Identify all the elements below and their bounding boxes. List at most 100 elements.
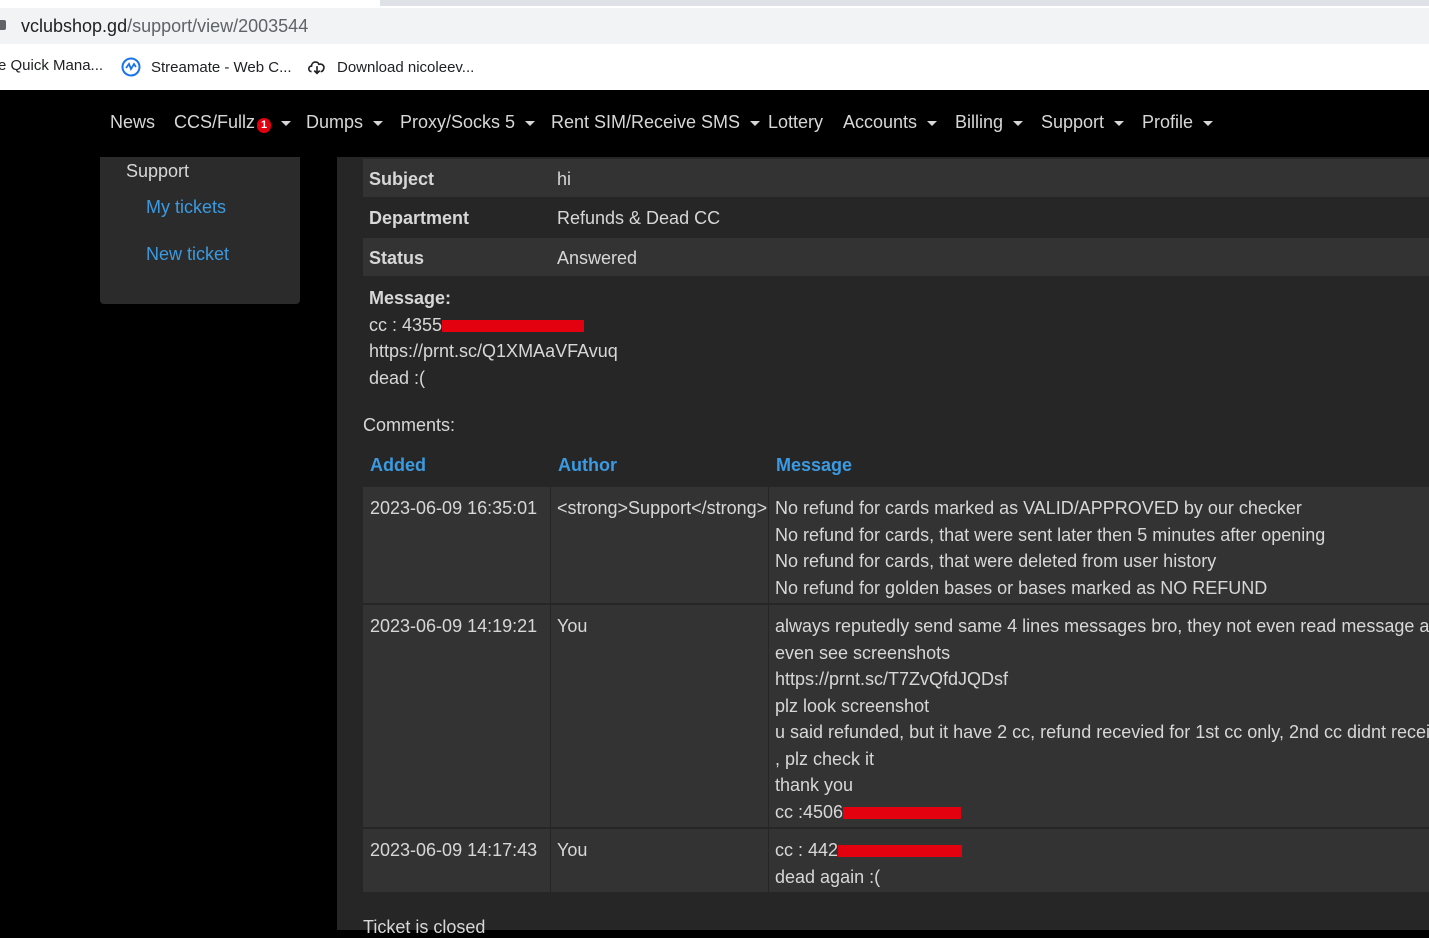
column-divider	[550, 829, 551, 892]
caret-down-icon	[525, 121, 536, 126]
streamate-icon	[121, 57, 141, 77]
message-label: Message:	[369, 288, 452, 308]
caret-down-icon	[373, 121, 384, 126]
column-header-author[interactable]: Author	[558, 455, 617, 476]
message-line: https://prnt.sc/Q1XMAaVFAvuq	[369, 341, 618, 361]
comment-line: even see screenshots	[775, 642, 951, 663]
comment-line: plz look screenshot	[775, 695, 930, 716]
comment-line: thank you	[775, 775, 854, 795]
comment-line: No refund for golden bases or bases mark…	[775, 577, 1268, 598]
status-value: Answered	[557, 248, 638, 268]
nav-label: Billing	[955, 112, 1004, 132]
comment-message: always reputedly send same 4 lines messa…	[775, 613, 1429, 825]
comment-message: cc : 442 dead again :(	[775, 837, 963, 890]
column-divider	[550, 605, 551, 827]
sidebar-link-new-ticket[interactable]: New ticket	[146, 244, 229, 265]
comment-author: You	[557, 616, 588, 636]
nav-label: Rent SIM/Receive SMS	[551, 112, 741, 132]
subject-label: Subject	[369, 169, 435, 189]
department-row: Department Refunds & Dead CC	[363, 198, 1429, 236]
comment-row: 2023-06-09 14:17:43 You cc : 442 dead ag…	[363, 829, 1429, 892]
caret-down-icon	[281, 121, 292, 126]
ticket-message: Message: cc : 4355 https://prnt.sc/Q1XMA…	[369, 285, 618, 391]
nav-label: Lottery	[768, 112, 824, 132]
column-divider	[768, 487, 769, 603]
department-value: Refunds & Dead CC	[557, 208, 721, 228]
message-line: cc : 4355	[369, 312, 618, 339]
nav-label: Dumps	[306, 112, 364, 132]
column-divider	[550, 487, 551, 603]
comment-line-text: cc :4506	[775, 801, 844, 822]
status-row: Status Answered	[363, 238, 1429, 276]
url-path: /support/view/2003544	[127, 16, 309, 36]
subject-row: Subject hi	[363, 159, 1429, 197]
column-header-message[interactable]: Message	[776, 455, 852, 476]
comment-line: https://prnt.sc/T7ZvQfdJQDsf	[775, 669, 1009, 689]
caret-down-icon	[1013, 121, 1024, 126]
caret-down-icon	[1203, 121, 1214, 126]
comment-row: 2023-06-09 14:19:21 You always reputedly…	[363, 605, 1429, 827]
nav-dumps[interactable]: Dumps	[306, 112, 384, 133]
department-label: Department	[369, 208, 470, 228]
comment-line: No refund for cards marked as VALID/APPR…	[775, 498, 1302, 518]
browser-chrome: vclubshop.gd/support/view/2003544 e Quic…	[0, 0, 1429, 90]
comment-line: always reputedly send same 4 lines messa…	[775, 616, 1429, 636]
nav-ccs-fullz[interactable]: CCS/Fullz 1	[174, 112, 292, 133]
cloud-download-icon	[307, 57, 327, 77]
subject-value: hi	[557, 169, 572, 189]
bookmark-download[interactable]: Download nicoleev...	[307, 57, 474, 77]
column-header-added[interactable]: Added	[370, 455, 426, 476]
url-text[interactable]: vclubshop.gd/support/view/2003544	[21, 16, 308, 37]
redaction-mark	[843, 806, 962, 819]
comment-added: 2023-06-09 14:17:43	[370, 840, 538, 860]
message-line-text: cc : 4355	[369, 314, 443, 335]
column-divider	[768, 829, 769, 892]
comment-added: 2023-06-09 14:19:21	[370, 616, 538, 636]
comment-added: 2023-06-09 16:35:01	[370, 498, 538, 518]
bookmark-label: Download nicoleev...	[337, 58, 475, 76]
bookmarks-bar: e Quick Mana... Streamate - Web C... Dow…	[0, 50, 1429, 84]
nav-rent-sim[interactable]: Rent SIM/Receive SMS	[551, 112, 761, 133]
comment-row: 2023-06-09 16:35:01 <strong>Support</str…	[363, 487, 1429, 603]
nav-accounts[interactable]: Accounts	[843, 112, 938, 133]
comment-author: You	[557, 840, 588, 860]
status-label: Status	[369, 248, 425, 268]
sidebar-title: Support	[126, 161, 190, 181]
bookmark-quick-manager[interactable]: e Quick Mana...	[0, 57, 103, 74]
nav-label: CCS/Fullz	[174, 112, 256, 132]
comment-message: No refund for cards marked as VALID/APPR…	[775, 495, 1325, 601]
nav-label: Profile	[1142, 112, 1194, 132]
comment-line: No refund for cards, that were deleted f…	[775, 551, 1217, 571]
comment-line: cc : 442	[775, 837, 963, 864]
nav-billing[interactable]: Billing	[955, 112, 1024, 133]
active-tab[interactable]	[0, 0, 380, 6]
comments-title: Comments:	[363, 415, 456, 435]
nav-profile[interactable]: Profile	[1142, 112, 1214, 133]
nav-label: Proxy/Socks 5	[400, 112, 516, 132]
lock-icon[interactable]	[0, 20, 6, 30]
redaction-mark	[838, 845, 963, 858]
sidebar-link-my-tickets[interactable]: My tickets	[146, 197, 226, 218]
nav-news[interactable]: News	[110, 112, 155, 133]
nav-label: Support	[1041, 112, 1105, 132]
comment-line: , plz check it	[775, 748, 875, 769]
caret-down-icon	[927, 121, 938, 126]
comment-line: u said refunded, but it have 2 cc, refun…	[775, 722, 1429, 742]
column-divider	[768, 605, 769, 827]
main-navbar: News CCS/Fullz 1 Dumps Proxy/Socks 5 Rent…	[0, 90, 1429, 157]
bookmark-label: e Quick Mana...	[0, 57, 104, 74]
nav-support[interactable]: Support	[1041, 112, 1125, 133]
comment-line: No refund for cards, that were sent late…	[775, 524, 1326, 545]
ticket-view: Subject hi Department Refunds & Dead CC …	[337, 157, 1429, 937]
nav-proxy-socks[interactable]: Proxy/Socks 5	[400, 112, 536, 133]
caret-down-icon	[1114, 121, 1125, 126]
address-bar[interactable]: vclubshop.gd/support/view/2003544	[0, 8, 1429, 44]
nav-label: News	[110, 112, 156, 132]
url-domain: vclubshop.gd	[21, 16, 128, 36]
support-sidebar: Support My tickets New ticket	[100, 157, 300, 304]
nav-lottery[interactable]: Lottery	[768, 112, 823, 133]
tab-strip	[0, 0, 1429, 6]
comment-line: cc :4506	[775, 799, 1429, 826]
comment-line-text: cc : 442	[775, 840, 839, 860]
bookmark-streamate[interactable]: Streamate - Web C...	[121, 57, 292, 77]
